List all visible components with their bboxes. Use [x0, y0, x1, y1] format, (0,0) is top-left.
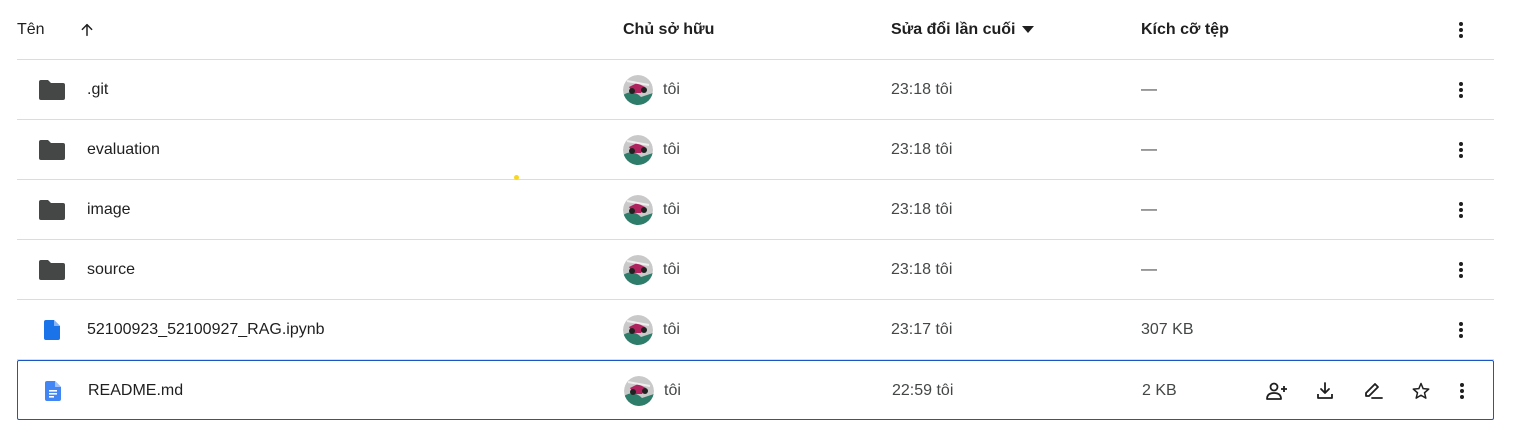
modified-date: 22:59 tôi: [892, 382, 954, 399]
column-header-owner[interactable]: Chủ sở hữu: [623, 0, 714, 60]
owner-name: tôi: [664, 382, 681, 399]
file-size: 2 KB: [1142, 382, 1177, 399]
owner-cell: tôi: [623, 240, 680, 300]
row-menu-cell: [1449, 300, 1473, 360]
row-actions: [1265, 361, 1443, 421]
table-row[interactable]: image tôi 23:18 tôi —: [17, 180, 1494, 240]
more-actions-icon[interactable]: [1449, 138, 1473, 162]
table-row[interactable]: evaluation tôi 23:18 tôi —: [17, 120, 1494, 180]
table-row[interactable]: source tôi 23:18 tôi —: [17, 240, 1494, 300]
file-size: 307 KB: [1141, 321, 1194, 338]
file-size: —: [1141, 81, 1157, 98]
avatar: [623, 75, 653, 105]
folder-icon: [37, 240, 67, 300]
file-name[interactable]: .git: [87, 60, 108, 120]
sort-ascending-arrow-icon[interactable]: [75, 18, 99, 42]
folder-icon: [37, 60, 67, 120]
modified-date: 23:17 tôi: [891, 321, 953, 338]
avatar: [623, 255, 653, 285]
download-icon[interactable]: [1313, 379, 1337, 403]
column-header-modified-label: Sửa đổi lần cuối: [891, 21, 1016, 38]
avatar: [623, 195, 653, 225]
modified-date: 23:18 tôi: [891, 201, 953, 218]
avatar: [623, 135, 653, 165]
row-menu-cell: [1449, 60, 1473, 120]
more-actions-icon[interactable]: [1450, 379, 1474, 403]
column-header-size[interactable]: Kích cỡ tệp: [1141, 0, 1229, 60]
column-header-name[interactable]: Tên: [17, 0, 99, 60]
owner-name: tôi: [663, 141, 680, 158]
owner-cell: tôi: [623, 300, 680, 360]
owner-cell: tôi: [623, 120, 680, 180]
file-icon: [37, 300, 67, 360]
owner-name: tôi: [663, 321, 680, 338]
file-name[interactable]: README.md: [88, 361, 183, 421]
file-size: —: [1141, 201, 1157, 218]
file-list-table: Tên Chủ sở hữu Sửa đổi lần cuối Kích cỡ …: [17, 0, 1494, 420]
modified-date: 23:18 tôi: [891, 261, 953, 278]
modified-date: 23:18 tôi: [891, 81, 953, 98]
file-size: —: [1141, 261, 1157, 278]
star-icon[interactable]: [1409, 379, 1433, 403]
avatar: [624, 376, 654, 406]
rename-icon[interactable]: [1361, 379, 1385, 403]
table-row[interactable]: README.md tôi 22:59 tôi 2 KB: [17, 360, 1494, 420]
more-actions-icon[interactable]: [1449, 78, 1473, 102]
share-icon[interactable]: [1265, 379, 1289, 403]
owner-cell: tôi: [623, 60, 680, 120]
table-header: Tên Chủ sở hữu Sửa đổi lần cuối Kích cỡ …: [17, 0, 1494, 60]
sort-desc-caret-icon: [1021, 26, 1034, 34]
column-header-modified[interactable]: Sửa đổi lần cuối: [891, 0, 1034, 60]
folder-icon: [37, 180, 67, 240]
more-actions-icon[interactable]: [1449, 318, 1473, 342]
owner-cell: tôi: [624, 361, 681, 421]
row-menu-cell: [1449, 180, 1473, 240]
row-menu-cell: [1449, 120, 1473, 180]
file-name[interactable]: source: [87, 240, 135, 300]
file-name[interactable]: image: [87, 180, 131, 240]
more-actions-icon[interactable]: [1449, 258, 1473, 282]
table-row[interactable]: .git tôi 23:18 tôi —: [17, 60, 1494, 120]
table-row[interactable]: 52100923_52100927_RAG.ipynb tôi 23:17 tôi…: [17, 300, 1494, 360]
file-name[interactable]: evaluation: [87, 120, 160, 180]
row-menu-cell: [1450, 361, 1474, 421]
modified-date: 23:18 tôi: [891, 141, 953, 158]
owner-name: tôi: [663, 201, 680, 218]
row-menu-cell: [1449, 240, 1473, 300]
cursor-highlight-dot: [514, 175, 519, 180]
column-header-name-label: Tên: [17, 21, 45, 38]
document-icon: [38, 361, 68, 421]
file-name[interactable]: 52100923_52100927_RAG.ipynb: [87, 300, 325, 360]
owner-name: tôi: [663, 81, 680, 98]
column-options-more-icon[interactable]: [1449, 18, 1473, 42]
folder-icon: [37, 120, 67, 180]
owner-cell: tôi: [623, 180, 680, 240]
more-actions-icon[interactable]: [1449, 198, 1473, 222]
owner-name: tôi: [663, 261, 680, 278]
file-size: —: [1141, 141, 1157, 158]
avatar: [623, 315, 653, 345]
